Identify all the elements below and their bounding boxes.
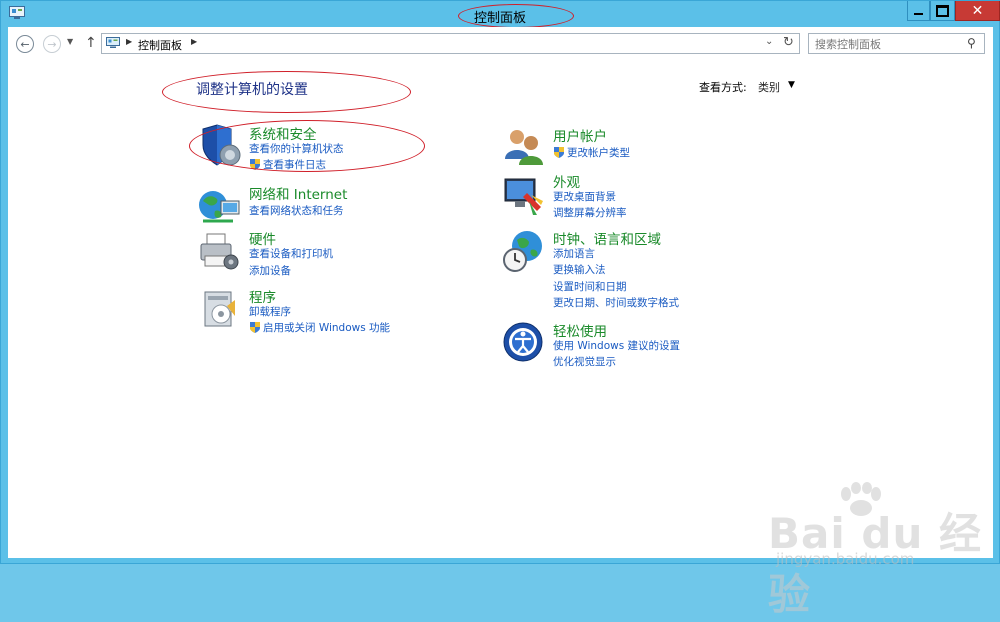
link-text[interactable]: 启用或关闭 Windows 功能 [263, 320, 390, 335]
forward-button[interactable]: → [43, 35, 61, 53]
chevron-down-icon: ▼ [67, 37, 74, 46]
category-title[interactable]: 网络和 Internet [249, 183, 347, 203]
uac-shield-icon [250, 322, 260, 333]
uac-shield-icon [554, 147, 564, 158]
appearance-icon[interactable] [501, 171, 547, 217]
annotation-ellipse-heading [162, 71, 411, 113]
users-icon[interactable] [501, 125, 547, 171]
category-ease-of-access: 轻松使用 使用 Windows 建议的设置 优化视觉显示 [501, 320, 761, 370]
search-box[interactable]: ⚲ [808, 33, 985, 55]
link-text[interactable]: 添加设备 [249, 263, 291, 278]
printer-icon[interactable] [197, 228, 243, 274]
baidu-jingyan-watermark: Bai du 经验 jingyan.baidu.com [758, 482, 998, 619]
category-title[interactable]: 时钟、语言和区域 [553, 228, 661, 248]
category-hardware: 硬件 查看设备和打印机 添加设备 [197, 228, 437, 278]
control-panel-window: 控制面板 ✕ ← → ▼ ↑ ▶ 控制面板 ▶ ⌄ ↻ 搜索控制面板 ⚲ 调整计… [0, 0, 1000, 619]
up-button[interactable]: ↑ [85, 35, 97, 51]
control-panel-icon [106, 37, 120, 48]
view-by-chevron-icon[interactable]: ▼ [788, 80, 795, 90]
link-adjust-screen-resolution[interactable]: 调整屏幕分辨率 [553, 205, 627, 220]
category-appearance: 外观 更改桌面背景 调整屏幕分辨率 [501, 171, 741, 221]
navigation-bar: ← → ▼ ↑ ▶ 控制面板 ▶ ⌄ ↻ ⚲ [8, 27, 993, 61]
watermark-url: jingyan.baidu.com [776, 550, 915, 568]
link-text[interactable]: 更改帐户类型 [567, 145, 630, 160]
link-view-network-status[interactable]: 查看网络状态和任务 [249, 203, 344, 218]
refresh-icon[interactable]: ↻ [783, 35, 794, 50]
category-title[interactable]: 外观 [553, 171, 580, 191]
link-uninstall-program[interactable]: 卸载程序 [249, 304, 291, 319]
up-arrow-icon: ↑ [85, 35, 97, 51]
minimize-button[interactable] [907, 1, 930, 21]
address-bar[interactable]: ▶ 控制面板 ▶ ⌄ ↻ [101, 33, 800, 54]
link-change-desktop-background[interactable]: 更改桌面背景 [553, 189, 616, 204]
category-title[interactable]: 用户帐户 [553, 125, 607, 145]
programs-icon[interactable] [197, 286, 243, 332]
category-network-internet: 网络和 Internet 查看网络状态和任务 [197, 183, 437, 227]
link-text[interactable]: 更改日期、时间或数字格式 [553, 295, 679, 310]
link-text[interactable]: 查看设备和打印机 [249, 246, 333, 261]
maximize-button[interactable] [930, 1, 955, 21]
link-text[interactable]: 调整屏幕分辨率 [553, 205, 627, 220]
maximize-icon [936, 4, 949, 17]
link-text[interactable]: 设置时间和日期 [553, 279, 627, 294]
category-programs: 程序 卸载程序 启用或关闭 Windows 功能 [197, 286, 437, 336]
recent-pages-dropdown[interactable]: ▼ [67, 37, 73, 46]
category-user-accounts: 用户帐户 更改帐户类型 [501, 125, 741, 169]
close-button[interactable]: ✕ [955, 1, 1000, 21]
link-text[interactable]: 优化视觉显示 [553, 354, 616, 369]
category-title[interactable]: 程序 [249, 286, 276, 306]
close-icon: ✕ [971, 2, 984, 19]
link-text[interactable]: 查看网络状态和任务 [249, 203, 344, 218]
clock-globe-icon[interactable] [501, 228, 547, 274]
annotation-ellipse-title [458, 4, 574, 28]
back-arrow-icon: ← [20, 37, 30, 51]
back-button[interactable]: ← [16, 35, 34, 53]
breadcrumb-separator-icon[interactable]: ▶ [191, 37, 197, 46]
link-change-date-time-format[interactable]: 更改日期、时间或数字格式 [553, 295, 679, 310]
view-by-dropdown[interactable]: 类别 [758, 79, 780, 95]
link-change-account-type[interactable]: 更改帐户类型 [553, 145, 630, 160]
link-set-time-date[interactable]: 设置时间和日期 [553, 279, 627, 294]
category-clock-language-region: 时钟、语言和区域 添加语言 更换输入法 设置时间和日期 更改日期、时间或数字格式 [501, 228, 761, 310]
link-optimize-visual-display[interactable]: 优化视觉显示 [553, 354, 616, 369]
link-text[interactable]: 卸载程序 [249, 304, 291, 319]
forward-arrow-icon: → [47, 37, 57, 51]
link-text[interactable]: 更改桌面背景 [553, 189, 616, 204]
link-add-device[interactable]: 添加设备 [249, 263, 291, 278]
link-turn-windows-features[interactable]: 启用或关闭 Windows 功能 [249, 320, 390, 335]
link-text[interactable]: 添加语言 [553, 246, 595, 261]
ease-of-access-icon[interactable] [501, 320, 547, 366]
link-add-language[interactable]: 添加语言 [553, 246, 595, 261]
content-area: ← → ▼ ↑ ▶ 控制面板 ▶ ⌄ ↻ ⚲ [8, 27, 993, 619]
search-input[interactable] [809, 34, 967, 55]
minimize-icon [914, 13, 923, 15]
category-title[interactable]: 轻松使用 [553, 320, 607, 340]
breadcrumb-control-panel[interactable]: 控制面板 [138, 37, 182, 53]
breadcrumb-separator-icon[interactable]: ▶ [126, 37, 132, 46]
search-icon[interactable]: ⚲ [967, 36, 976, 50]
address-history-chevron-icon[interactable]: ⌄ [765, 36, 773, 47]
category-title[interactable]: 硬件 [249, 228, 276, 248]
title-bar[interactable]: 控制面板 ✕ [1, 1, 1000, 28]
network-icon[interactable] [197, 183, 243, 229]
view-by-label: 查看方式: [699, 81, 747, 94]
link-text[interactable]: 使用 Windows 建议的设置 [553, 338, 680, 353]
link-use-windows-suggested-settings[interactable]: 使用 Windows 建议的设置 [553, 338, 680, 353]
link-text[interactable]: 更换输入法 [553, 262, 606, 277]
link-view-devices-printers[interactable]: 查看设备和打印机 [249, 246, 333, 261]
annotation-ellipse-system-security [189, 120, 425, 172]
link-change-input-method[interactable]: 更换输入法 [553, 262, 606, 277]
